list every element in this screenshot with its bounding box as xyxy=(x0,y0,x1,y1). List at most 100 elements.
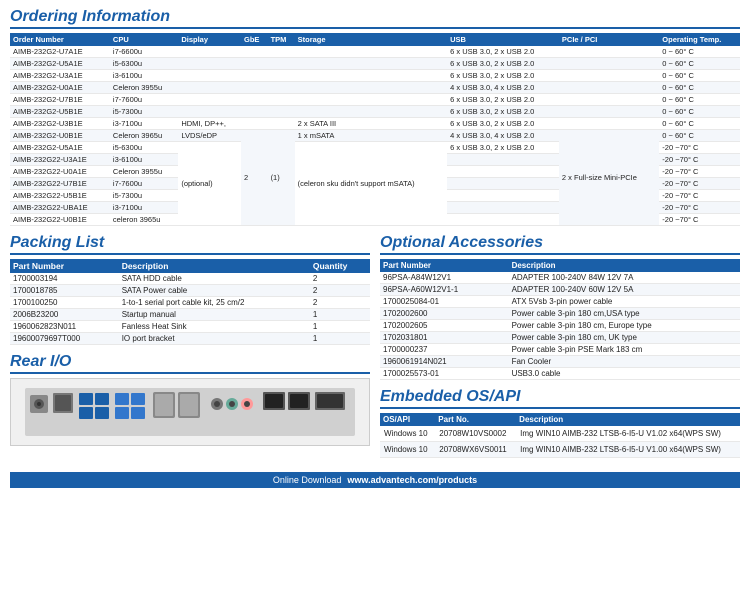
rear-io-image xyxy=(10,378,370,446)
table-cell: 1-to-1 serial port cable kit, 25 cm/2 xyxy=(119,297,310,309)
table-cell: AIMB-232G2-U3A1E xyxy=(10,70,110,82)
table-cell xyxy=(241,46,268,58)
optional-title: Optional Accessories xyxy=(380,234,740,255)
table-cell: 0 ~ 60° C xyxy=(659,82,740,94)
table-cell: Power cable 3-pin 180 cm,USA type xyxy=(509,308,740,320)
table-cell: -20 ~70° C xyxy=(659,214,740,226)
table-cell: 6 x USB 3.0, 2 x USB 2.0 xyxy=(447,46,559,58)
table-cell xyxy=(241,70,268,82)
table-cell: USB3.0 cable xyxy=(509,368,740,380)
table-cell: ATX 5Vsb 3-pin power cable xyxy=(509,296,740,308)
table-cell: 0 ~ 60° C xyxy=(659,106,740,118)
table-cell: 0 ~ 60° C xyxy=(659,46,740,58)
table-cell: 6 x USB 3.0, 2 x USB 2.0 xyxy=(447,118,559,130)
table-cell: Power cable 3-pin 180 cm, Europe type xyxy=(509,320,740,332)
ordering-col-header: Operating Temp. xyxy=(659,33,740,46)
table-cell: 2006B23200 xyxy=(10,309,119,321)
table-cell: -20 ~70° C xyxy=(659,166,740,178)
table-cell xyxy=(447,202,559,214)
table-cell: 6 x USB 3.0, 2 x USB 2.0 xyxy=(447,94,559,106)
table-cell xyxy=(268,58,295,70)
table-cell xyxy=(268,118,295,130)
table-cell: 0 ~ 60° C xyxy=(659,130,740,142)
table-cell xyxy=(178,70,241,82)
packing-col-header: Quantity xyxy=(310,259,370,273)
table-cell: AIMB-232G2-U7B1E xyxy=(10,94,110,106)
table-cell: -20 ~70° C xyxy=(659,142,740,154)
table-cell xyxy=(559,118,659,130)
table-cell: AIMB-232G22-U0A1E xyxy=(10,166,110,178)
table-row: AIMB-232G2-U0B1ECeleron 3965uLVDS/eDP2(1… xyxy=(10,130,740,142)
table-cell xyxy=(241,58,268,70)
rear-io-title: Rear I/O xyxy=(10,353,370,374)
table-row: 17001002501-to-1 serial port cable kit, … xyxy=(10,297,370,309)
table-cell: Power cable 3-pin 180 cm, UK type xyxy=(509,332,740,344)
table-cell: -20 ~70° C xyxy=(659,154,740,166)
table-cell: 1702031801 xyxy=(380,332,509,344)
table-cell xyxy=(447,178,559,190)
table-cell: Celeron 3965u xyxy=(110,130,178,142)
packing-title: Packing List xyxy=(10,234,370,255)
table-cell xyxy=(241,82,268,94)
table-cell: 1 x mSATA xyxy=(295,130,447,142)
table-row: 2006B23200Startup manual1 xyxy=(10,309,370,321)
footer-label: Online Download xyxy=(273,475,342,485)
table-cell xyxy=(268,106,295,118)
table-cell xyxy=(241,106,268,118)
table-cell: 0 ~ 60° C xyxy=(659,70,740,82)
ordering-title: Ordering Information xyxy=(10,8,740,29)
table-row: 96PSA-A60W12V1-1ADAPTER 100-240V 60W 12V… xyxy=(380,284,740,296)
table-cell: AIMB-232G2-U7A1E xyxy=(10,46,110,58)
optional-col-header: Part Number xyxy=(380,259,509,272)
table-cell: (1) xyxy=(268,130,295,226)
table-cell xyxy=(268,94,295,106)
table-cell xyxy=(559,70,659,82)
table-row: 1700003194SATA HDD cable2 xyxy=(10,273,370,285)
table-cell: i3-7100u xyxy=(110,118,178,130)
table-cell: celeron 3965u xyxy=(110,214,178,226)
table-cell: 0 ~ 60° C xyxy=(659,118,740,130)
table-cell: 1960062823N011 xyxy=(10,321,119,333)
table-cell xyxy=(559,46,659,58)
table-row: Windows 1020708WX6VS0011Img WIN10 AIMB-2… xyxy=(380,442,740,458)
table-cell: 1700003194 xyxy=(10,273,119,285)
table-cell: AIMB-232G2-U0B1E xyxy=(10,130,110,142)
table-cell: 6 x USB 3.0, 2 x USB 2.0 xyxy=(447,106,559,118)
table-cell xyxy=(295,82,447,94)
table-row: 1960061914N021Fan Cooler xyxy=(380,356,740,368)
table-cell xyxy=(178,82,241,94)
table-cell: -20 ~70° C xyxy=(659,190,740,202)
table-row: AIMB-232G2-U5B1Ei5-7300u 6 x USB 3.0, 2 x… xyxy=(10,106,740,118)
table-cell: 1702002605 xyxy=(380,320,509,332)
table-cell: (celeron sku didn't support mSATA) xyxy=(295,142,447,226)
table-cell: 2 xyxy=(310,297,370,309)
table-row: Windows 1020708W10VS0002Img WIN10 AIMB-2… xyxy=(380,426,740,442)
footer-url: www.advantech.com/products xyxy=(347,475,477,485)
packing-table: Part NumberDescriptionQuantity 170000319… xyxy=(10,259,370,345)
table-cell xyxy=(447,190,559,202)
table-cell: 2 x SATA III xyxy=(295,118,447,130)
table-cell xyxy=(178,46,241,58)
table-cell: AIMB-232G2-U5B1E xyxy=(10,106,110,118)
table-row: AIMB-232G2-U7A1Ei7-6600u 6 x USB 3.0, 2 x… xyxy=(10,46,740,58)
table-cell: i5-6300u xyxy=(110,58,178,70)
ordering-col-header: CPU xyxy=(110,33,178,46)
ordering-col-header: GbE xyxy=(241,33,268,46)
table-cell: AIMB-232G22-U0B1E xyxy=(10,214,110,226)
table-cell: 1 xyxy=(310,321,370,333)
table-cell: i5-7300u xyxy=(110,106,178,118)
table-row: 1702031801Power cable 3-pin 180 cm, UK t… xyxy=(380,332,740,344)
table-row: 1960062823N011Fanless Heat Sink1 xyxy=(10,321,370,333)
embedded-section: Embedded OS/API OS/APIPart No.Descriptio… xyxy=(380,388,740,458)
table-cell: 1700018785 xyxy=(10,285,119,297)
table-cell: 96PSA-A84W12V1 xyxy=(380,272,509,284)
table-row: 1702002605Power cable 3-pin 180 cm, Euro… xyxy=(380,320,740,332)
table-cell: i5-6300u xyxy=(110,142,178,154)
table-cell: i7-6600u xyxy=(110,46,178,58)
table-row: AIMB-232G2-U3A1Ei3-6100u6 x USB 3.0, 2 x… xyxy=(10,70,740,82)
table-row: AIMB-232G2-U3B1Ei3-7100uHDMI, DP++,2 x S… xyxy=(10,118,740,130)
table-cell: 4 x USB 3.0, 4 x USB 2.0 xyxy=(447,82,559,94)
table-cell xyxy=(559,94,659,106)
table-cell: Windows 10 xyxy=(380,442,435,458)
table-cell: ADAPTER 100-240V 60W 12V 5A xyxy=(509,284,740,296)
